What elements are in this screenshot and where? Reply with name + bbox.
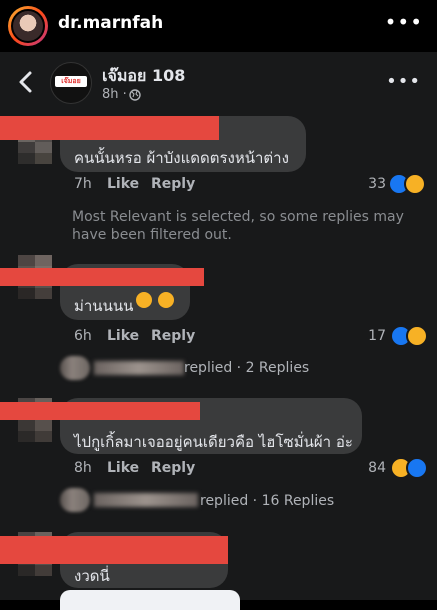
winking-tongue-emoji-icon <box>136 292 152 308</box>
reply-button[interactable]: Reply <box>151 328 195 344</box>
replier-name-blurred[interactable] <box>94 361 184 375</box>
profile-username[interactable]: dr.marnfah <box>58 13 163 33</box>
instagram-header: dr.marnfah ••• <box>0 0 437 52</box>
reaction-count[interactable]: 84 <box>358 460 386 476</box>
view-replies-link[interactable]: replied · 16 Replies <box>200 493 334 509</box>
facebook-post-screenshot: เจ๊มอย เจ๊มอย 108 8h · ••• คนนั้นหรอ ผ้า… <box>0 52 437 610</box>
back-arrow-icon[interactable] <box>14 68 38 96</box>
reaction-count[interactable]: 17 <box>358 328 386 344</box>
comment-text: งวดนี่ <box>74 567 110 585</box>
reaction-count[interactable]: 33 <box>358 176 386 192</box>
page-name[interactable]: เจ๊มอย 108 <box>102 64 185 89</box>
like-button[interactable]: Like <box>107 460 139 476</box>
filter-notice: Most Relevant is selected, so some repli… <box>72 209 404 243</box>
name-redaction <box>0 268 204 286</box>
like-button[interactable]: Like <box>107 328 139 344</box>
replier-avatar-blurred[interactable] <box>60 488 90 512</box>
post-header: เจ๊มอย เจ๊มอย 108 8h · ••• <box>0 52 437 114</box>
reply-button[interactable]: Reply <box>151 176 195 192</box>
replier-name-blurred[interactable] <box>94 493 198 507</box>
globe-icon <box>129 89 141 101</box>
profile-avatar[interactable] <box>8 6 48 46</box>
post-more-icon[interactable]: ••• <box>386 71 421 92</box>
comment-time: 8h <box>74 460 92 476</box>
post-time: 8h · <box>102 87 127 102</box>
haha-reaction-icon <box>404 173 426 195</box>
like-button[interactable]: Like <box>107 176 139 192</box>
page-avatar[interactable]: เจ๊มอย <box>50 62 92 104</box>
name-redaction <box>0 402 200 420</box>
view-replies-link[interactable]: replied · 2 Replies <box>184 360 309 376</box>
winking-tongue-emoji-icon <box>158 292 174 308</box>
comment-time: 7h <box>74 176 92 192</box>
reply-button[interactable]: Reply <box>151 460 195 476</box>
name-redaction <box>0 536 228 564</box>
comment-text: ไปกูเกิ้ลมาเจออยู่คนเดียวคือ ไฮโซมั่นผ้า… <box>74 433 353 451</box>
haha-reaction-icon <box>406 325 428 347</box>
more-options-icon[interactable]: ••• <box>385 10 423 34</box>
like-reaction-icon <box>406 457 428 479</box>
name-redaction <box>0 116 219 140</box>
page-logo: เจ๊มอย <box>55 76 87 87</box>
comment-text: คนนั้นหรอ ผ้าบังแดดตรงหน้าต่าง <box>74 149 289 167</box>
bottom-overlay-pill <box>60 590 240 610</box>
comment-time: 6h <box>74 328 92 344</box>
comment-text: ม่านนนน <box>74 297 134 315</box>
replier-avatar-blurred[interactable] <box>60 356 90 380</box>
